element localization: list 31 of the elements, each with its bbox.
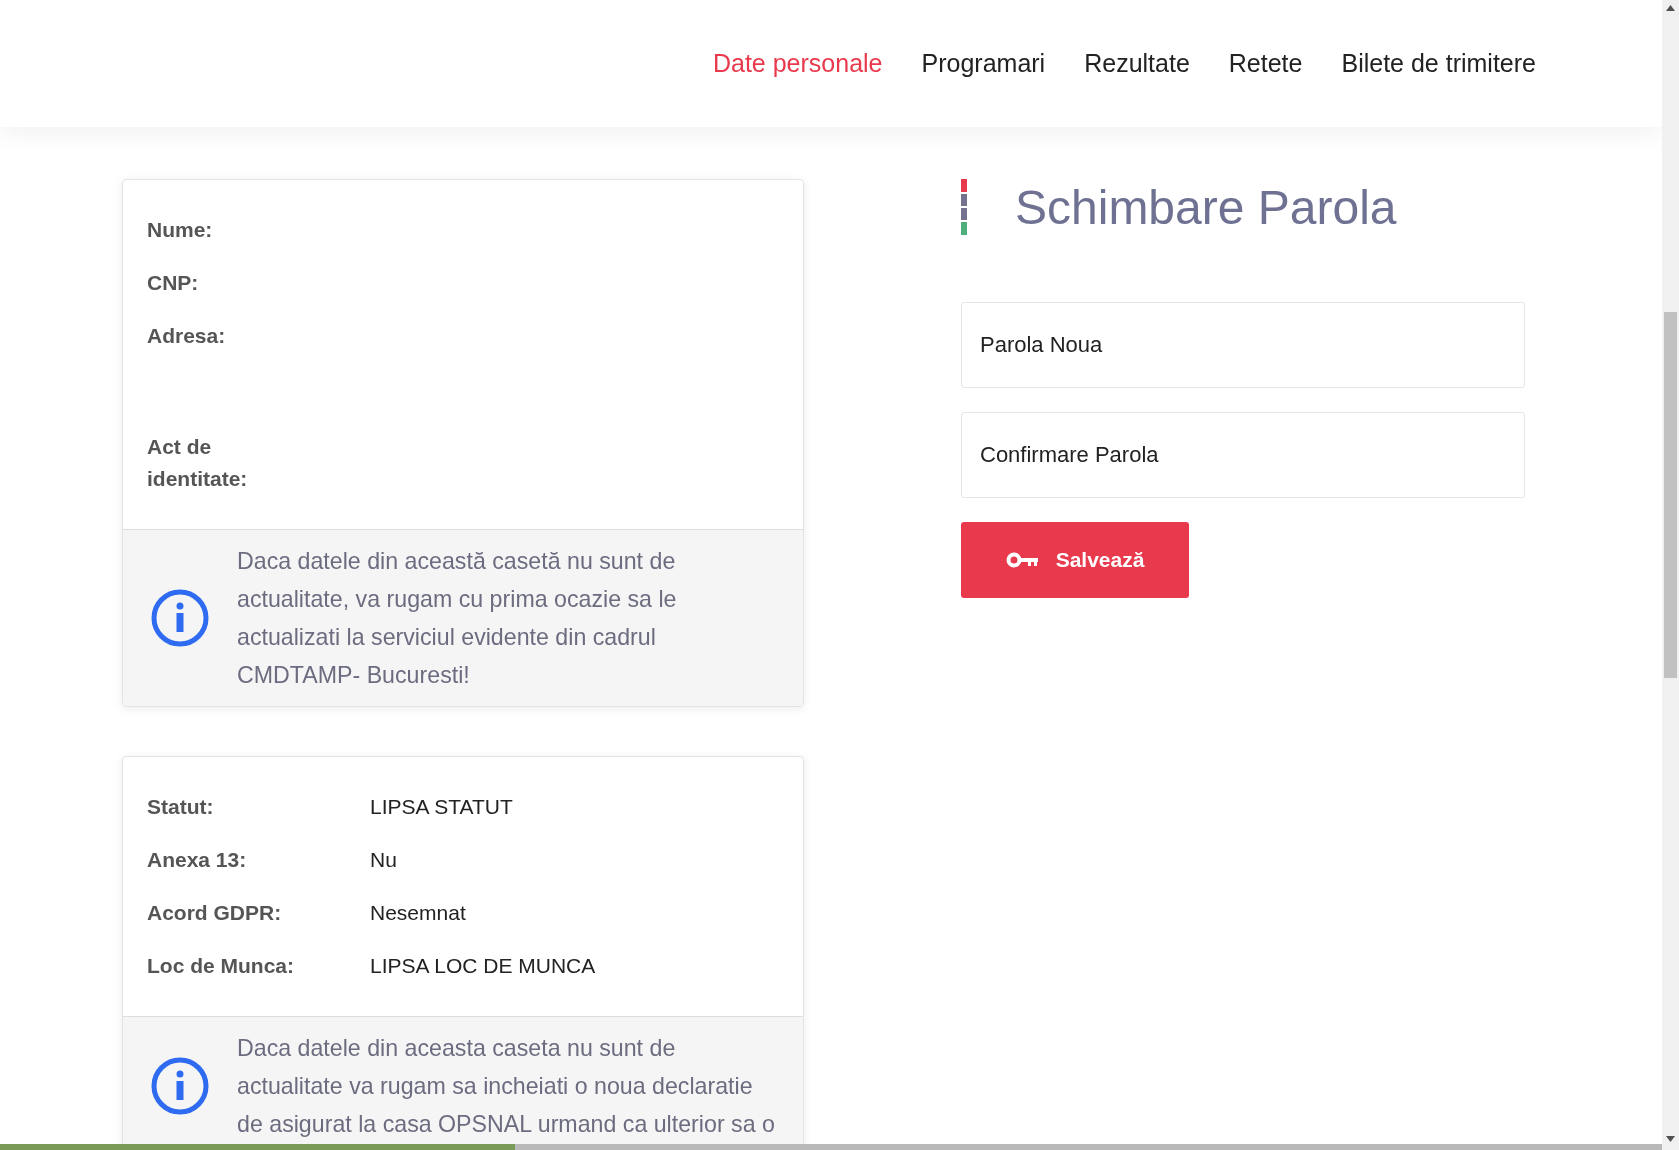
field-value: Nu: [370, 847, 398, 873]
field-value: Nesemnat: [370, 900, 467, 926]
field-value: LIPSA STATUT: [370, 794, 514, 820]
field-label: Anexa 13:: [147, 847, 248, 873]
nav-link[interactable]: Programari: [921, 49, 1046, 78]
field-label: Loc de Munca:: [147, 953, 295, 979]
scrollbar[interactable]: [1662, 0, 1679, 1150]
scroll-thumb[interactable]: [1664, 312, 1677, 678]
field-label: CNP:: [147, 270, 200, 296]
save-button[interactable]: Salvează: [961, 522, 1189, 598]
field-label: Adresa:: [147, 323, 227, 349]
section-title: Schimbare Parola: [1015, 179, 1397, 235]
field-label: Nume:: [147, 217, 214, 243]
field-label: Act de identitate:: [147, 434, 249, 492]
password-field[interactable]: Confirmare Parola: [961, 412, 1525, 498]
field-label: Statut:: [147, 794, 215, 820]
nav-link[interactable]: Date personale: [712, 49, 883, 78]
nav-link[interactable]: Retete: [1228, 49, 1303, 78]
scroll-up-icon[interactable]: [1666, 5, 1675, 11]
info-icon: [151, 1057, 209, 1115]
field-value: LIPSA LOC DE MUNCA: [370, 953, 597, 979]
notice-text: Daca datele din aceasta caseta nu sunt de actualitate va rugam sa incheiati o noua declaratie de asigurat la casa OPSNAL urmand ca ulterior sa o: [237, 1034, 775, 1139]
scroll-down-icon[interactable]: [1666, 1136, 1675, 1142]
field-label: Acord GDPR:: [147, 900, 283, 926]
notice-text: Daca datele din această casetă nu sunt de actualitate, va rugam cu prima ocazie sa le actualizati la serviciul evidente din cadrul CMDTAMP- Bucuresti!: [237, 547, 678, 690]
key-icon: [1005, 552, 1038, 568]
nav-link[interactable]: Bilete de trimitere: [1341, 49, 1536, 78]
password-field[interactable]: Parola Noua: [961, 302, 1525, 388]
info-icon: [151, 589, 209, 647]
nav-link[interactable]: Rezultate: [1084, 49, 1190, 78]
heading-marker-icon: [961, 179, 967, 235]
